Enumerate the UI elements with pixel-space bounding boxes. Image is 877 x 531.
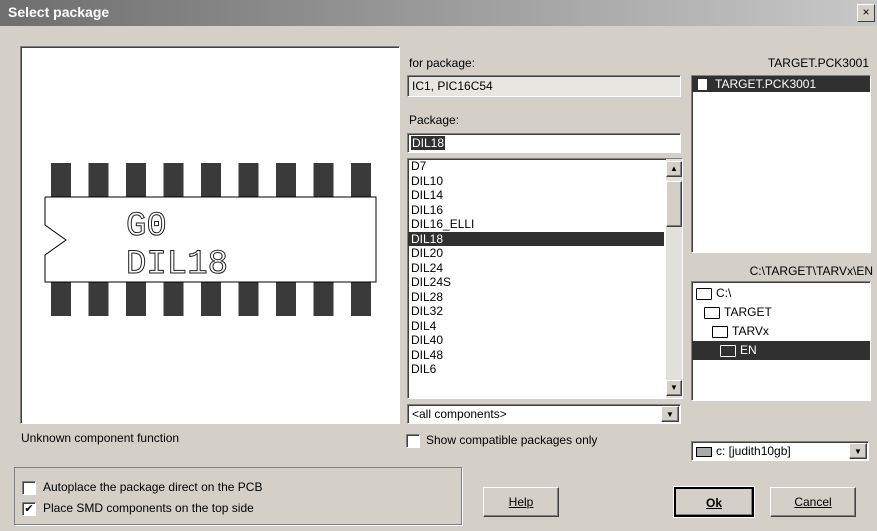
package-list-item[interactable]: DIL24S (408, 275, 664, 290)
library-item-label: TARGET.PCK3001 (715, 77, 817, 91)
directory-item[interactable]: TARVx (692, 322, 870, 341)
dialog-title: Select package (8, 4, 110, 20)
package-list-items: D7 DIL10 DIL14 DIL16 DIL16_ELLI DIL18 DIL20 DIL… (408, 159, 664, 377)
pin-pad (163, 282, 184, 316)
show-compatible-checkbox[interactable] (406, 434, 420, 448)
directory-item[interactable]: TARGET (692, 303, 870, 322)
package-preview: G0 DIL18 (20, 46, 400, 424)
chevron-down-icon[interactable]: ▼ (849, 443, 867, 459)
folder-open-icon (720, 344, 736, 357)
show-compatible-label: Show compatible packages only (426, 433, 598, 447)
directory-item[interactable]: EN (692, 341, 870, 360)
scroll-up-arrow-icon[interactable]: ▲ (666, 161, 682, 177)
top-pads (51, 163, 371, 197)
package-list-item[interactable]: DIL28 (408, 290, 664, 305)
folder-open-icon (704, 306, 720, 319)
package-list-scrollbar[interactable]: ▲ ▼ (666, 159, 682, 398)
title-bar: Select package × (0, 0, 877, 26)
help-button[interactable]: Help (483, 487, 559, 517)
options-group (14, 467, 462, 525)
package-list-item[interactable]: DIL20 (408, 246, 664, 261)
pin-pad (51, 282, 71, 316)
for-package-label: for package: (409, 56, 476, 70)
package-list-item[interactable]: DIL4 (408, 319, 664, 334)
pin-pad (88, 163, 109, 197)
folder-open-icon (712, 325, 728, 338)
directory-item[interactable]: C:\ (692, 284, 870, 303)
package-list[interactable]: D7 DIL10 DIL14 DIL16 DIL16_ELLI DIL18 DIL20 DIL… (407, 158, 683, 399)
package-list-item[interactable]: DIL6 (408, 362, 664, 377)
smd-top-label: Place SMD components on the top side (43, 501, 254, 515)
pin-pad (126, 163, 146, 197)
package-list-item[interactable]: DIL18 (408, 231, 664, 246)
cancel-button[interactable]: Cancel (770, 487, 856, 517)
select-package-dialog: Select package × G0 DIL18 Unknown compon… (0, 0, 877, 531)
package-label: Package: (409, 113, 460, 127)
package-list-item[interactable]: DIL40 (408, 333, 664, 348)
package-footprint-drawing: G0 DIL18 (44, 163, 377, 316)
preview-refdes: G0 (126, 208, 167, 246)
drive-select[interactable]: c: [judith10gb] ▼ (691, 441, 869, 461)
directory-tree-items: C:\ TARGET TARVx EN (692, 282, 870, 360)
directory-tree[interactable]: C:\ TARGET TARVx EN (691, 281, 871, 401)
pin-pad (88, 282, 109, 316)
package-list-item[interactable]: DIL10 (408, 174, 664, 189)
for-package-field: IC1, PIC16C54 (407, 75, 681, 97)
chevron-down-icon[interactable]: ▼ (661, 406, 679, 422)
directory-item-label: TARGET (724, 305, 772, 319)
pin-pad (238, 282, 259, 316)
pin-pad (276, 282, 296, 316)
scroll-down-arrow-icon[interactable]: ▼ (666, 380, 682, 396)
pin-pad (201, 282, 221, 316)
directory-item-label: EN (740, 343, 757, 357)
document-icon (698, 79, 707, 91)
checkmark-icon: ✔ (24, 503, 34, 515)
pin-pad (51, 163, 71, 197)
package-input-text: DIL18 (411, 136, 446, 150)
package-list-item[interactable]: DIL32 (408, 304, 664, 319)
pin-pad (313, 282, 334, 316)
pin-pad (276, 163, 296, 197)
package-list-item[interactable]: DIL16_ELLI (408, 217, 664, 232)
package-input[interactable]: DIL18 (407, 133, 681, 153)
autoplace-label: Autoplace the package direct on the PCB (43, 480, 263, 494)
directory-header: C:\TARGET\TARVx\EN (749, 264, 873, 278)
package-list-item[interactable]: D7 (408, 159, 664, 174)
component-function-status: Unknown component function (21, 431, 180, 445)
library-item[interactable]: TARGET.PCK3001 (692, 76, 870, 92)
pin-pad (126, 282, 146, 316)
library-list[interactable]: TARGET.PCK3001 (691, 75, 871, 253)
component-filter-value: <all components> (412, 407, 507, 421)
pin-pad (351, 282, 371, 316)
ok-button[interactable]: Ok (673, 486, 755, 518)
bottom-pads (51, 282, 371, 316)
directory-item-label: C:\ (716, 286, 732, 300)
package-list-item[interactable]: DIL24 (408, 261, 664, 276)
help-button-label: Help (508, 495, 534, 509)
drive-value: c: [judith10gb] (716, 444, 791, 458)
cancel-button-label: Cancel (794, 495, 832, 509)
ok-button-label: Ok (705, 496, 722, 510)
package-list-item[interactable]: DIL16 (408, 203, 664, 218)
folder-open-icon (696, 287, 712, 300)
pin-pad (313, 163, 334, 197)
pin-pad (163, 163, 184, 197)
drive-icon (696, 446, 712, 457)
preview-package-name: DIL18 (126, 246, 228, 284)
package-list-item[interactable]: DIL14 (408, 188, 664, 203)
close-icon[interactable]: × (857, 4, 875, 22)
package-list-item[interactable]: DIL48 (408, 348, 664, 363)
smd-top-checkbox[interactable]: ✔ (22, 502, 36, 516)
scroll-thumb[interactable] (666, 181, 682, 227)
pin-pad (201, 163, 221, 197)
autoplace-checkbox[interactable] (22, 481, 36, 495)
library-header: TARGET.PCK3001 (767, 56, 869, 70)
directory-item-label: TARVx (732, 324, 769, 338)
pin-pad (238, 163, 259, 197)
pin-pad (351, 163, 371, 197)
component-filter-select[interactable]: <all components> ▼ (407, 404, 681, 424)
